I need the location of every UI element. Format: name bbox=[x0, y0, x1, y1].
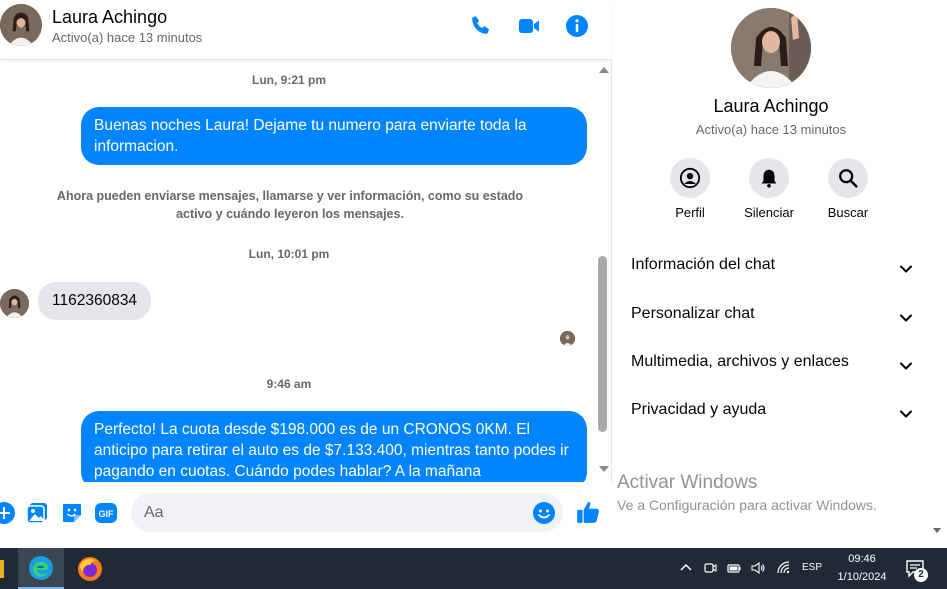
clock-time[interactable]: 09:46 bbox=[832, 553, 892, 565]
section-label: Personalizar chat bbox=[631, 305, 755, 322]
message-timestamp: Lun, 9:21 pm bbox=[251, 73, 326, 87]
profile-status: Activo(a) hace 13 minutos bbox=[695, 122, 847, 137]
mute-label: Silenciar bbox=[744, 205, 794, 220]
chevron-down-icon bbox=[900, 362, 912, 370]
search-icon bbox=[828, 158, 868, 198]
plus-icon[interactable] bbox=[0, 501, 16, 525]
message-composer: GIF bbox=[0, 482, 612, 548]
firefox-icon[interactable] bbox=[67, 548, 113, 589]
contact-name[interactable]: Laura Achingo bbox=[52, 7, 167, 28]
message-input[interactable] bbox=[131, 493, 563, 532]
battery-icon[interactable] bbox=[726, 560, 742, 576]
clock-date[interactable]: 1/10/2024 bbox=[832, 571, 892, 583]
phone-icon[interactable] bbox=[468, 14, 492, 38]
photo-icon[interactable] bbox=[25, 501, 49, 525]
volume-icon[interactable] bbox=[750, 560, 766, 576]
chat-scrollbar[interactable] bbox=[596, 61, 610, 482]
windows-taskbar: ESP 09:46 1/10/2024 2 bbox=[0, 548, 947, 589]
read-receipt-avatar bbox=[560, 331, 575, 346]
mute-button[interactable]: Silenciar bbox=[729, 158, 809, 220]
profile-name: Laura Achingo bbox=[713, 96, 829, 116]
section-label: Privacidad y ayuda bbox=[631, 401, 767, 418]
search-in-chat-button[interactable]: Buscar bbox=[808, 158, 888, 220]
contact-profile-photo[interactable] bbox=[731, 8, 811, 88]
contact-avatar[interactable] bbox=[0, 4, 42, 46]
bell-icon bbox=[749, 158, 789, 198]
incoming-message[interactable]: 1162360834 bbox=[38, 282, 152, 320]
video-camera-icon[interactable] bbox=[517, 14, 541, 38]
file-explorer-icon[interactable] bbox=[0, 560, 4, 578]
info-icon[interactable] bbox=[565, 14, 589, 38]
chat-info-panel: Laura Achingo Activo(a) hace 13 minutos … bbox=[613, 0, 947, 548]
input-language[interactable]: ESP bbox=[802, 562, 822, 573]
section-media-files-links[interactable]: Multimedia, archivos y enlaces bbox=[631, 353, 913, 377]
chevron-up-icon[interactable] bbox=[678, 560, 694, 576]
contact-status: Activo(a) hace 13 minutos bbox=[52, 30, 203, 45]
notification-count-badge: 2 bbox=[914, 568, 928, 582]
sticker-icon[interactable] bbox=[60, 501, 84, 525]
system-notice: Ahora pueden enviarse mensajes, llamarse… bbox=[56, 189, 524, 221]
thumbs-up-icon[interactable] bbox=[575, 499, 601, 525]
gif-icon[interactable]: GIF bbox=[94, 501, 118, 525]
outgoing-message[interactable]: Buenas noches Laura! Dejame tu numero pa… bbox=[81, 107, 587, 165]
scroll-down-arrow-icon[interactable] bbox=[599, 466, 609, 472]
chevron-down-icon bbox=[900, 265, 912, 273]
search-label: Buscar bbox=[827, 205, 869, 220]
scroll-thumb[interactable] bbox=[598, 256, 607, 432]
profile-button[interactable]: Perfil bbox=[650, 158, 730, 220]
section-chat-info[interactable]: Información del chat bbox=[631, 256, 913, 280]
scroll-down-arrow-icon[interactable] bbox=[933, 528, 941, 533]
emoji-icon[interactable] bbox=[532, 501, 556, 525]
contact-avatar-small[interactable] bbox=[0, 289, 29, 318]
chat-pane: Laura Achingo Activo(a) hace 13 minutos … bbox=[0, 0, 612, 548]
section-label: Multimedia, archivos y enlaces bbox=[631, 353, 849, 370]
gif-label: GIF bbox=[99, 509, 115, 519]
chevron-down-icon bbox=[900, 410, 912, 418]
chat-header: Laura Achingo Activo(a) hace 13 minutos bbox=[0, 0, 612, 60]
meet-now-icon[interactable] bbox=[702, 560, 718, 576]
wifi-icon[interactable] bbox=[776, 560, 792, 576]
edge-icon[interactable] bbox=[18, 548, 64, 589]
message-list: Lun, 9:21 pm Buenas noches Laura! Dejame… bbox=[0, 61, 596, 482]
section-label: Información del chat bbox=[631, 256, 776, 273]
message-timestamp: 9:46 am bbox=[266, 377, 312, 391]
watermark-title: Activar Windows bbox=[617, 472, 758, 493]
section-customize-chat[interactable]: Personalizar chat bbox=[631, 305, 913, 329]
profile-label: Perfil bbox=[675, 205, 705, 220]
profile-icon bbox=[670, 158, 710, 198]
message-timestamp: Lun, 10:01 pm bbox=[248, 247, 330, 261]
watermark-subtitle: Ve a Configuración para activar Windows. bbox=[617, 497, 877, 513]
section-privacy-help[interactable]: Privacidad y ayuda bbox=[631, 401, 913, 425]
outgoing-message[interactable]: Perfecto! La cuota desde $198.000 es de … bbox=[81, 411, 587, 482]
windows-activation-watermark: Activar Windows Ve a Configuración para … bbox=[617, 472, 877, 513]
scroll-up-arrow-icon[interactable] bbox=[599, 67, 609, 73]
chevron-down-icon bbox=[900, 314, 912, 322]
